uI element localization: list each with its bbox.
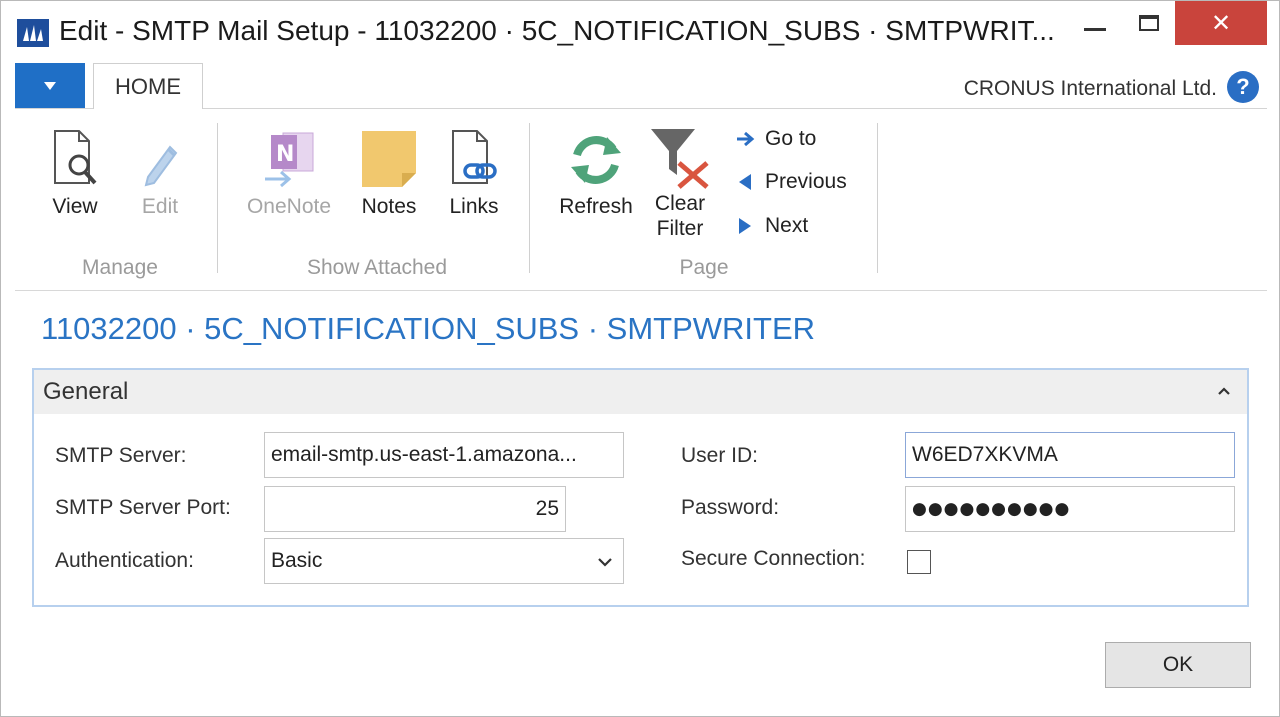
edit-label: Edit	[141, 195, 179, 218]
svg-text:N: N	[276, 142, 294, 167]
maximize-button[interactable]	[1121, 1, 1177, 45]
dialog-window: Edit - SMTP Mail Setup - 11032200 · 5C_N…	[0, 0, 1280, 717]
onenote-button[interactable]: N OneNote	[237, 123, 341, 219]
collapse-chevron-icon[interactable]	[1217, 380, 1231, 401]
previous-button[interactable]: Previous	[735, 170, 847, 194]
links-label: Links	[449, 195, 499, 218]
ribbon-separator	[529, 123, 530, 273]
next-button[interactable]: Next	[735, 214, 808, 238]
go-to-button[interactable]: Go to	[735, 127, 816, 151]
previous-icon	[739, 174, 751, 190]
smtp-server-label: SMTP Server:	[55, 444, 187, 467]
title-bar: Edit - SMTP Mail Setup - 11032200 · 5C_N…	[1, 1, 1279, 63]
clear-filter-button[interactable]: Clear Filter	[645, 123, 715, 241]
secure-connection-label: Secure Connection:	[681, 547, 866, 570]
ribbon: View Edit Manage N OneNote Notes Links S…	[15, 109, 1267, 291]
fasttab-title: General	[43, 378, 129, 405]
close-button[interactable]: ✕	[1175, 1, 1267, 45]
previous-label: Previous	[765, 170, 847, 193]
user-id-input[interactable]: W6ED7XKVMA	[905, 432, 1235, 478]
help-icon[interactable]: ?	[1227, 71, 1259, 103]
secure-connection-checkbox[interactable]	[907, 550, 931, 574]
edit-button[interactable]: Edit	[125, 123, 195, 219]
onenote-icon: N	[237, 123, 341, 189]
smtp-server-input[interactable]: email-smtp.us-east-1.amazona...	[264, 432, 624, 478]
password-label: Password:	[681, 496, 780, 519]
notes-icon	[349, 123, 429, 189]
arrow-right-icon	[737, 131, 755, 147]
ribbon-separator	[877, 123, 878, 273]
go-to-label: Go to	[765, 127, 817, 150]
password-input[interactable]: ●●●●●●●●●●	[905, 486, 1235, 532]
minimize-icon	[1084, 27, 1106, 31]
dropdown-arrow-icon	[44, 81, 56, 90]
links-icon	[437, 123, 511, 189]
ribbon-group-show-attached: N OneNote Notes Links Show Attached	[237, 119, 517, 284]
ribbon-group-page: Refresh Clear Filter Go to Previous Next…	[545, 119, 875, 284]
edit-pencil-icon	[125, 123, 195, 189]
group-caption-show-attached: Show Attached	[306, 256, 448, 279]
authentication-value: Basic	[271, 549, 323, 572]
notes-label: Notes	[361, 195, 417, 218]
tab-home[interactable]: HOME	[93, 63, 203, 110]
close-icon: ✕	[1210, 9, 1232, 37]
authentication-select[interactable]: Basic	[264, 538, 624, 584]
application-menu-button[interactable]	[15, 63, 85, 108]
company-name: CRONUS International Ltd.	[963, 77, 1217, 100]
ribbon-group-manage: View Edit Manage	[35, 119, 205, 284]
smtp-server-port-label: SMTP Server Port:	[55, 496, 231, 519]
view-label: View	[52, 195, 98, 218]
notes-button[interactable]: Notes	[349, 123, 429, 219]
ribbon-tab-row: HOME CRONUS International Ltd. ?	[15, 63, 1267, 110]
clear-filter-label-2: Filter	[656, 217, 704, 240]
fasttab-general: General SMTP Server: email-smtp.us-east-…	[32, 368, 1249, 607]
window-title: Edit - SMTP Mail Setup - 11032200 · 5C_N…	[59, 15, 1055, 46]
group-caption-manage: Manage	[82, 256, 158, 279]
ok-button[interactable]: OK	[1105, 642, 1251, 688]
clear-filter-icon	[645, 123, 715, 189]
view-button[interactable]: View	[35, 123, 115, 219]
smtp-server-port-input[interactable]: 25	[264, 486, 566, 532]
next-label: Next	[765, 214, 809, 237]
user-id-label: User ID:	[681, 444, 759, 467]
view-icon	[35, 123, 115, 189]
links-button[interactable]: Links	[437, 123, 511, 219]
page-title: 11032200 · 5C_NOTIFICATION_SUBS · SMTPWR…	[41, 311, 816, 346]
fasttab-header[interactable]: General	[34, 370, 1247, 414]
group-caption-page: Page	[679, 256, 729, 279]
refresh-button[interactable]: Refresh	[549, 123, 643, 219]
refresh-icon	[549, 123, 643, 189]
ribbon-separator	[217, 123, 218, 273]
onenote-label: OneNote	[246, 195, 332, 218]
next-icon	[739, 218, 751, 234]
maximize-icon	[1139, 15, 1159, 31]
authentication-label: Authentication:	[55, 549, 194, 572]
refresh-label: Refresh	[559, 195, 633, 218]
minimize-button[interactable]	[1067, 1, 1123, 45]
dynamics-nav-logo-icon	[17, 19, 49, 47]
chevron-down-icon	[598, 558, 612, 567]
clear-filter-label-1: Clear	[654, 192, 706, 215]
